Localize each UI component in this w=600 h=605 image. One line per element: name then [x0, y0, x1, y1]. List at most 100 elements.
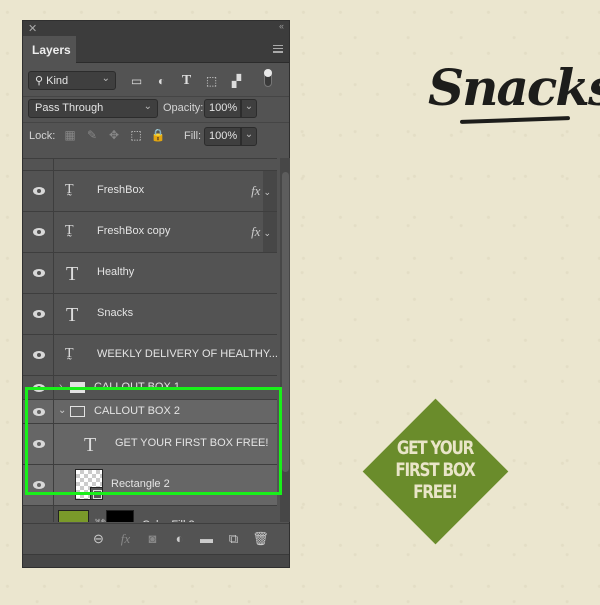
text-layer-icon: T: [66, 263, 79, 285]
layer-name: WEEKLY DELIVERY OF HEALTHY...: [97, 348, 277, 360]
divider: [23, 96, 289, 97]
chevron-down-icon: ⌄: [101, 73, 110, 84]
color-fill-thumbnail: [58, 510, 89, 522]
visibility-eye-icon[interactable]: [33, 383, 45, 392]
lock-all-icon[interactable]: 🔒: [147, 128, 169, 142]
layer-thumbnail: [75, 469, 103, 500]
adjustment-filter-icon[interactable]: ◐: [149, 74, 174, 88]
add-layer-style-fx-icon[interactable]: fx: [112, 531, 139, 547]
layers-list: T̰ FreshBox fx ⌄ T̰ FreshBox copy fx ⌄ T H…: [23, 158, 277, 522]
filter-toggle[interactable]: [264, 69, 272, 87]
layer-name: Snacks: [97, 307, 134, 319]
layer-row[interactable]: T Healthy: [23, 253, 277, 294]
fx-effects-icon[interactable]: fx ⌄: [251, 183, 271, 199]
warped-text-layer-icon: T̰: [65, 346, 74, 361]
lock-paint-brush-icon[interactable]: ✎: [81, 128, 103, 142]
opacity-label: Opacity:: [163, 102, 204, 114]
layer-row[interactable]: T̰ FreshBox fx ⌄: [23, 171, 277, 212]
opacity-chevron-icon[interactable]: ⌄: [241, 99, 257, 118]
layer-name: CALLOUT BOX 2: [94, 404, 180, 417]
layer-row-partial: [23, 159, 277, 171]
close-icon[interactable]: ✕: [28, 22, 37, 35]
chevron-down-icon[interactable]: ⌄: [58, 405, 66, 416]
warped-text-layer-icon: T̰: [65, 182, 74, 197]
lock-position-move-icon[interactable]: ✥: [103, 128, 125, 142]
callout-line: GET YOUR: [396, 437, 475, 459]
callout-text: GET YOUR FIRST BOX FREE!: [395, 437, 475, 503]
layer-name: Rectangle 2: [111, 478, 170, 490]
layer-name: Healthy: [97, 266, 135, 278]
type-filter-icon[interactable]: T: [174, 73, 199, 89]
layer-row[interactable]: ⛓ Color Fill 2: [23, 506, 277, 522]
layer-name: FreshBox copy: [97, 225, 171, 237]
layer-name: FreshBox: [97, 184, 145, 196]
add-mask-icon[interactable]: ◙: [139, 531, 166, 547]
visibility-eye-icon[interactable]: [33, 269, 45, 277]
layer-name: GET YOUR FIRST BOX FREE!: [115, 437, 269, 449]
text-layer-icon: T: [66, 304, 79, 326]
scroll-thumb[interactable]: [282, 172, 289, 472]
layer-row[interactable]: T Snacks: [23, 294, 277, 335]
fill-label: Fill:: [184, 130, 202, 142]
search-icon: ⚲: [35, 75, 44, 87]
layers-panel: ✕ ‹‹ Layers ⚲ Kind ⌄ ▭ ◐ T ⬚ ▞ Pass Thro…: [22, 20, 290, 568]
visibility-eye-icon[interactable]: [33, 228, 45, 236]
lock-label: Lock:: [29, 130, 56, 142]
link-layers-icon[interactable]: ⊖: [85, 531, 112, 547]
layer-row[interactable]: T̰ WEEKLY DELIVERY OF HEALTHY...: [23, 335, 277, 376]
visibility-eye-icon[interactable]: [33, 351, 45, 359]
visibility-eye-icon[interactable]: [33, 407, 45, 416]
snacks-logo-text: Snacks: [428, 58, 600, 117]
blend-mode-dropdown[interactable]: Pass Through ⌄: [28, 99, 158, 118]
lock-transparency-icon[interactable]: ▦: [59, 128, 81, 142]
layers-scrollbar[interactable]: [280, 158, 290, 522]
opacity-input[interactable]: 100%: [204, 99, 241, 118]
panel-tab-row: Layers: [23, 36, 289, 63]
layer-group-row[interactable]: ⌄ CALLOUT BOX 2: [23, 400, 277, 424]
layer-mask-thumbnail: [106, 510, 134, 522]
shape-layer-icon: [90, 487, 103, 500]
lock-icons: ▦ ✎ ✥ ⬚ 🔒: [59, 128, 169, 142]
open-folder-icon: [70, 405, 85, 417]
new-layer-icon[interactable]: ⧉: [220, 531, 247, 547]
chevron-down-icon: ⌄: [143, 101, 152, 112]
text-layer-icon: T: [84, 434, 97, 456]
layer-row[interactable]: T GET YOUR FIRST BOX FREE!: [23, 424, 277, 465]
collapse-icon[interactable]: ‹‹: [279, 21, 284, 31]
layer-group-row[interactable]: › CALLOUT BOX 1: [23, 376, 277, 400]
fill-input[interactable]: 100%: [204, 127, 241, 146]
callout-line: FREE!: [413, 481, 458, 503]
layer-name: Color Fill 2: [142, 519, 195, 522]
fill-chevron-icon[interactable]: ⌄: [241, 127, 257, 146]
lock-artboard-icon[interactable]: ⬚: [125, 128, 147, 142]
chevron-right-icon[interactable]: ›: [59, 381, 62, 392]
panel-resize-grip[interactable]: [23, 554, 289, 567]
trash-delete-icon[interactable]: 🗑: [247, 531, 274, 547]
image-filter-icon[interactable]: ▭: [124, 74, 149, 88]
adjustment-layer-icon[interactable]: ◐: [166, 531, 193, 547]
panel-menu-icon[interactable]: [273, 45, 283, 53]
visibility-eye-icon[interactable]: [33, 187, 45, 195]
layer-row[interactable]: Rectangle 2: [23, 465, 277, 506]
shape-filter-icon[interactable]: ⬚: [199, 74, 224, 88]
smart-object-filter-icon[interactable]: ▞: [224, 74, 249, 88]
tab-layers[interactable]: Layers: [23, 36, 76, 63]
folder-icon: [70, 381, 85, 393]
divider: [23, 122, 289, 123]
warped-text-layer-icon: T̰: [65, 223, 74, 238]
logo-underline: [459, 116, 571, 124]
new-group-folder-icon[interactable]: ▬: [193, 531, 220, 547]
fx-effects-icon[interactable]: fx ⌄: [251, 224, 271, 240]
callout-line: FIRST BOX: [395, 459, 475, 481]
visibility-eye-icon[interactable]: [33, 440, 45, 448]
kind-label: Kind: [46, 75, 69, 87]
layer-row[interactable]: T̰ FreshBox copy fx ⌄: [23, 212, 277, 253]
panel-topbar: ✕ ‹‹: [23, 21, 289, 36]
layers-bottom-toolbar: ⊖ fx ◙ ◐ ▬ ⧉ 🗑: [23, 523, 289, 554]
visibility-eye-icon[interactable]: [33, 310, 45, 318]
visibility-eye-icon[interactable]: [33, 481, 45, 489]
filter-row: ⚲ Kind ⌄ ▭ ◐ T ⬚ ▞: [28, 69, 284, 91]
blend-mode-value: Pass Through: [35, 102, 104, 114]
layer-name: CALLOUT BOX 1: [94, 380, 180, 393]
kind-filter-dropdown[interactable]: ⚲ Kind ⌄: [28, 71, 116, 90]
